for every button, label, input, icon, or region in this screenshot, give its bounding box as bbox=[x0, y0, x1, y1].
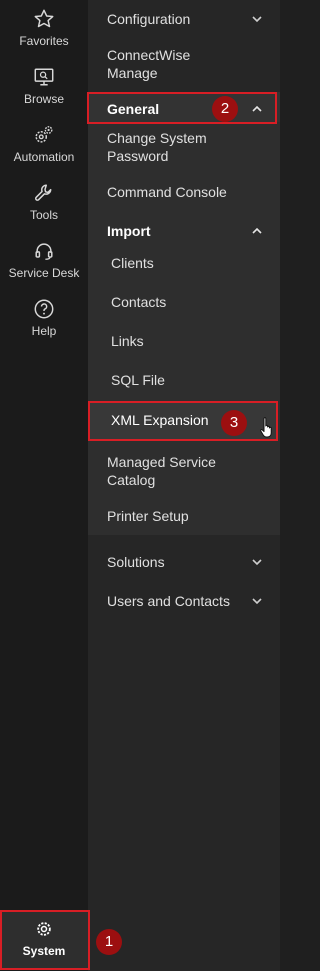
rail-label: Tools bbox=[29, 208, 58, 222]
star-icon bbox=[34, 9, 54, 28]
help-icon bbox=[34, 299, 54, 319]
wrench-icon bbox=[35, 184, 52, 201]
callout-badge-1: 1 bbox=[96, 929, 122, 955]
hand-cursor-icon bbox=[260, 417, 272, 438]
gears-icon bbox=[35, 126, 53, 143]
highlight-box-general bbox=[87, 92, 277, 124]
left-nav-rail: Favorites Browse Automation Tools Servic… bbox=[0, 0, 88, 971]
rail-item-service-desk[interactable]: Service Desk bbox=[0, 240, 88, 280]
rail-item-help[interactable]: Help bbox=[0, 298, 88, 338]
rail-label: Favorites bbox=[19, 34, 69, 48]
rail-label: Service Desk bbox=[8, 266, 80, 280]
menu-item-connectwise-manage[interactable]: ConnectWise Manage bbox=[107, 46, 227, 82]
rail-item-automation[interactable]: Automation bbox=[0, 124, 88, 164]
callout-badge-3: 3 bbox=[221, 410, 247, 436]
rail-label: Help bbox=[31, 324, 57, 338]
menu-item-clients[interactable]: Clients bbox=[111, 254, 154, 272]
menu-item-managed-service-catalog[interactable]: Managed Service Catalog bbox=[107, 453, 227, 489]
headset-icon bbox=[35, 243, 53, 260]
menu-item-printer-setup[interactable]: Printer Setup bbox=[107, 507, 189, 525]
chevron-down-icon[interactable] bbox=[250, 555, 264, 569]
menu-item-contacts[interactable]: Contacts bbox=[111, 293, 166, 311]
menu-item-import[interactable]: Import bbox=[107, 222, 151, 240]
rail-label: Browse bbox=[23, 92, 64, 106]
menu-item-solutions[interactable]: Solutions bbox=[107, 553, 165, 571]
highlight-box-system bbox=[0, 910, 90, 970]
rail-label: Automation bbox=[13, 150, 75, 164]
menu-item-links[interactable]: Links bbox=[111, 332, 144, 350]
menu-item-change-system-password[interactable]: Change System Password bbox=[107, 129, 227, 165]
highlight-box-xml-expansion bbox=[88, 401, 278, 441]
menu-item-sql-file[interactable]: SQL File bbox=[111, 371, 165, 389]
chevron-down-icon[interactable] bbox=[250, 12, 264, 26]
callout-badge-2: 2 bbox=[212, 96, 238, 122]
chevron-down-icon[interactable] bbox=[250, 594, 264, 608]
rail-item-tools[interactable]: Tools bbox=[0, 182, 88, 222]
rail-item-browse[interactable]: Browse bbox=[0, 66, 88, 106]
menu-item-configuration[interactable]: Configuration bbox=[107, 10, 190, 28]
monitor-search-icon bbox=[34, 68, 54, 86]
chevron-up-icon[interactable] bbox=[250, 224, 264, 238]
menu-item-users-and-contacts[interactable]: Users and Contacts bbox=[107, 592, 230, 610]
menu-item-command-console[interactable]: Command Console bbox=[107, 183, 227, 201]
rail-item-favorites[interactable]: Favorites bbox=[0, 8, 88, 48]
